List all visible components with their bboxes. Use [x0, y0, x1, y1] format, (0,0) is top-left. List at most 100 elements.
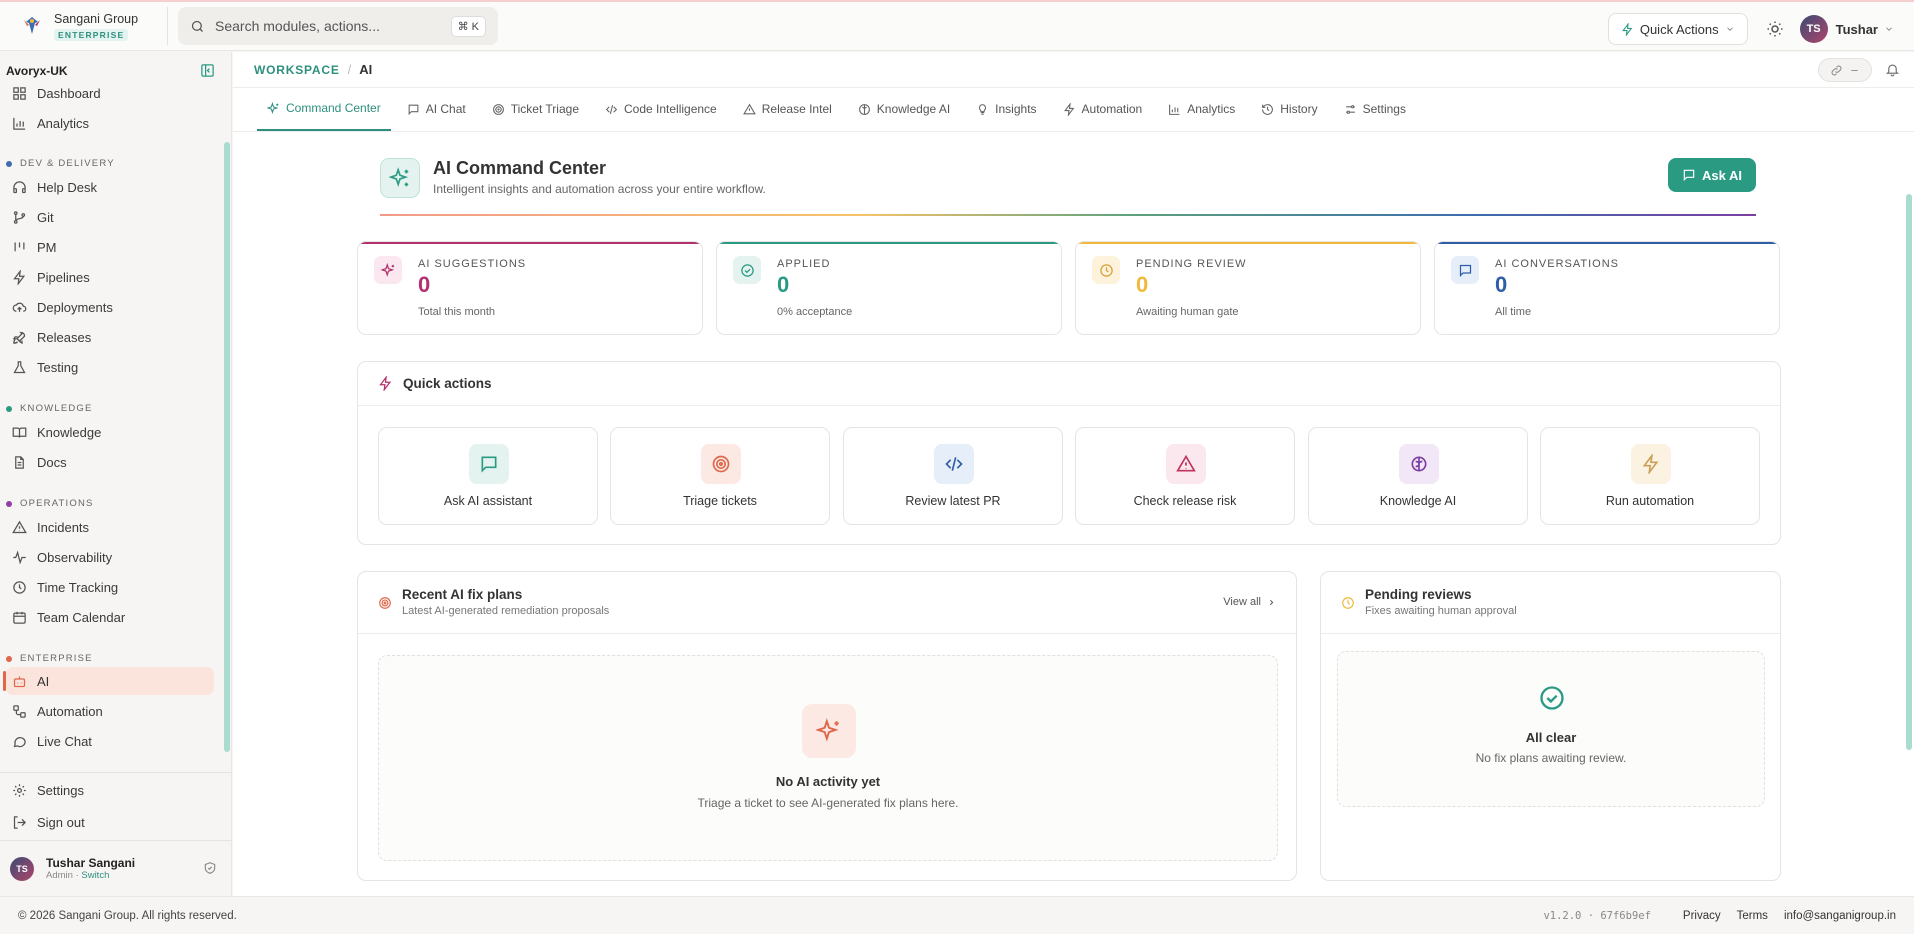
bell-icon[interactable] — [1885, 62, 1900, 77]
sidebar-item-docs[interactable]: Docs — [6, 448, 214, 476]
logo-icon — [24, 17, 40, 34]
section-dot — [6, 160, 12, 167]
stat-card-applied: APPLIED 0 0% acceptance — [716, 241, 1062, 335]
sidebar-item-settings[interactable]: Settings — [6, 776, 214, 804]
tab-release-intel[interactable]: Release Intel — [733, 87, 842, 131]
ask-ai-button[interactable]: Ask AI — [1668, 158, 1756, 192]
privacy-link[interactable]: Privacy — [1683, 910, 1721, 922]
search-input[interactable]: Search modules, actions... ⌘ K — [178, 7, 498, 45]
tab-command-center[interactable]: Command Center — [257, 87, 391, 131]
tab-history[interactable]: History — [1251, 87, 1327, 131]
message-square-icon — [1451, 256, 1479, 284]
empty-title: All clear — [1525, 730, 1577, 745]
breadcrumb-workspace[interactable]: WORKSPACE — [254, 63, 340, 77]
user-role: Admin · Switch — [46, 870, 135, 881]
clock-icon — [13, 580, 26, 594]
tab-knowledge-ai[interactable]: Knowledge AI — [848, 87, 960, 131]
empty-subtitle: No fix plans awaiting review. — [1475, 751, 1627, 765]
quick-action-knowledge-ai[interactable]: Knowledge AI — [1308, 427, 1528, 525]
connection-toggle[interactable] — [1818, 58, 1872, 82]
section-title: ENTERPRISE — [20, 653, 93, 664]
section-operations: OPERATIONS — [6, 498, 94, 509]
panel-header: Recent AI fix plans Latest AI-generated … — [358, 572, 1296, 634]
sidebar-item-label: Deployments — [37, 299, 113, 315]
sidebar-item-ai[interactable]: AI — [3, 667, 214, 695]
tab-automation[interactable]: Automation — [1053, 87, 1153, 131]
empty-state: No AI activity yet Triage a ticket to se… — [378, 655, 1278, 861]
alert-triangle-icon — [1166, 444, 1206, 484]
sidebar-item-releases[interactable]: Releases — [6, 323, 214, 351]
email-link[interactable]: info@sanganigroup.in — [1784, 910, 1896, 922]
tab-ai-chat[interactable]: AI Chat — [397, 87, 476, 131]
search-shortcut: ⌘ K — [450, 15, 486, 37]
git-branch-icon — [13, 210, 26, 224]
tab-label: Code Intelligence — [624, 102, 717, 116]
main-scrollbar-thumb[interactable] — [1906, 194, 1912, 750]
sidebar-item-testing[interactable]: Testing — [6, 353, 214, 381]
section-dev-delivery: DEV & DELIVERY — [6, 158, 115, 169]
logout-icon — [13, 815, 27, 829]
quick-action-run-automation[interactable]: Run automation — [1540, 427, 1760, 525]
sidebar-scrollbar-thumb[interactable] — [224, 142, 230, 752]
activity-icon — [13, 549, 26, 565]
theme-toggle-icon[interactable] — [1766, 20, 1784, 38]
sidebar-item-incidents[interactable]: Incidents — [6, 513, 214, 541]
bolt-icon — [1621, 22, 1633, 36]
quick-action-label: Triage tickets — [683, 494, 757, 508]
terms-link[interactable]: Terms — [1737, 910, 1768, 922]
section-enterprise: ENTERPRISE — [6, 653, 93, 664]
target-icon — [701, 444, 741, 484]
sidebar-item-git[interactable]: Git — [6, 203, 214, 231]
tab-code-intelligence[interactable]: Code Intelligence — [595, 87, 727, 131]
sidebar-item-knowledge[interactable]: Knowledge — [6, 418, 214, 446]
tab-analytics[interactable]: Analytics — [1158, 87, 1245, 131]
sidebar-item-team-calendar[interactable]: Team Calendar — [6, 603, 214, 631]
quick-action-triage[interactable]: Triage tickets — [610, 427, 830, 525]
tab-ticket-triage[interactable]: Ticket Triage — [482, 87, 589, 131]
user-card[interactable]: TS Tushar Sangani Admin · Switch — [0, 840, 232, 896]
history-icon — [1262, 103, 1274, 115]
page-header: AI Command Center Intelligent insights a… — [380, 158, 1756, 214]
gradient-divider — [380, 214, 1756, 216]
sidebar-item-sign-out[interactable]: Sign out — [6, 808, 214, 836]
sidebar-item-automation[interactable]: Automation — [6, 697, 214, 725]
collapse-sidebar-icon[interactable] — [200, 63, 215, 78]
quick-actions-button[interactable]: Quick Actions — [1607, 13, 1748, 45]
sidebar-item-label: AI — [37, 673, 50, 689]
stat-value: 0 — [1495, 272, 1508, 297]
sidebar-item-pipelines[interactable]: Pipelines — [6, 263, 214, 291]
sidebar-item-dashboard[interactable]: Dashboard — [6, 85, 214, 107]
panel-subtitle: Fixes awaiting human approval — [1365, 605, 1517, 617]
view-all-link[interactable]: View all — [1223, 596, 1276, 608]
sidebar-item-help-desk[interactable]: Help Desk — [6, 173, 214, 201]
quick-action-review-pr[interactable]: Review latest PR — [843, 427, 1063, 525]
pending-reviews-panel: Pending reviews Fixes awaiting human app… — [1320, 571, 1781, 881]
gear-icon — [13, 783, 26, 797]
chevron-down-icon[interactable] — [1884, 24, 1894, 34]
page-subtitle: Intelligent insights and automation acro… — [433, 182, 766, 196]
section-knowledge: KNOWLEDGE — [6, 403, 93, 414]
quick-actions-title: Quick actions — [403, 376, 492, 391]
sidebar-item-observability[interactable]: Observability — [6, 543, 214, 571]
sidebar-item-label: Incidents — [37, 519, 90, 535]
sidebar-item-analytics[interactable]: Analytics — [6, 109, 214, 137]
sidebar-item-time-tracking[interactable]: Time Tracking — [6, 573, 214, 601]
sidebar-item-pm[interactable]: PM — [6, 233, 214, 261]
org-name[interactable]: Avoryx-UK — [6, 64, 68, 78]
sidebar-item-deployments[interactable]: Deployments — [6, 293, 214, 321]
user-name[interactable]: Tushar — [1836, 22, 1878, 37]
stat-accent-bar — [1435, 242, 1779, 244]
code-icon — [605, 104, 618, 114]
switch-link[interactable]: Switch — [81, 870, 109, 881]
quick-action-release-risk[interactable]: Check release risk — [1075, 427, 1295, 525]
tab-insights[interactable]: Insights — [966, 87, 1046, 131]
rocket-icon — [12, 331, 26, 344]
sidebar-item-label: Docs — [37, 454, 67, 470]
user-avatar[interactable]: TS — [1799, 15, 1828, 43]
sidebar-item-live-chat[interactable]: Live Chat — [6, 727, 214, 755]
tab-settings[interactable]: Settings — [1334, 87, 1416, 131]
sidebar-item-label: Automation — [37, 703, 103, 719]
version: v1.2.0 · 67f6b9ef — [1543, 909, 1651, 922]
quick-action-ask-ai[interactable]: Ask AI assistant — [378, 427, 598, 525]
brand[interactable]: Sangani Group ENTERPRISE — [20, 7, 168, 45]
